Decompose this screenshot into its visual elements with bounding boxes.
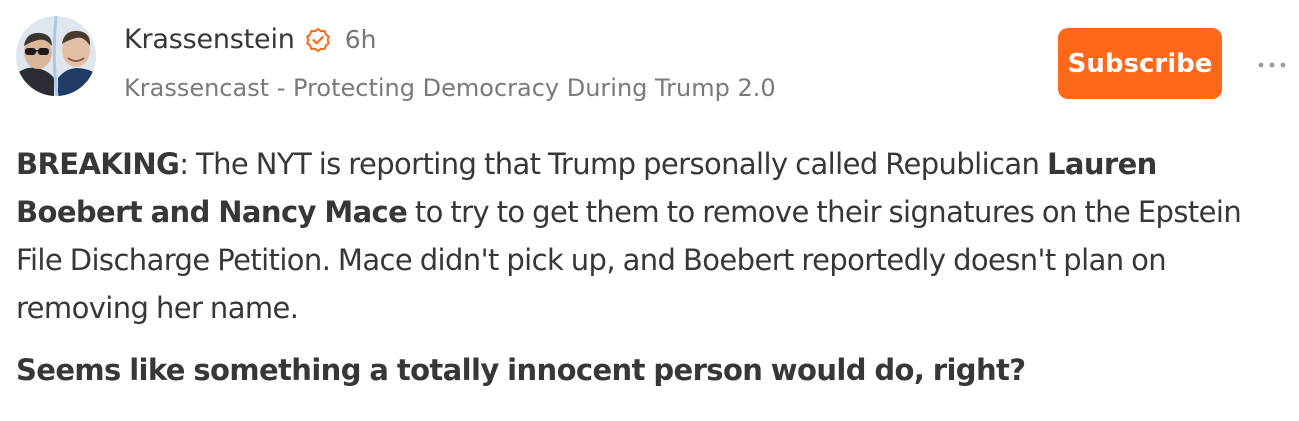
verified-badge-icon <box>305 27 331 53</box>
subscribe-button[interactable]: Subscribe <box>1058 28 1222 99</box>
post-paragraph-1: BREAKING: The NYT is reporting that Trum… <box>16 140 1286 332</box>
post-timestamp: 6h <box>344 25 377 54</box>
publication-name[interactable]: Krassencast - Protecting Democracy Durin… <box>124 74 776 102</box>
closing-remark: Seems like something a totally innocent … <box>16 353 1026 387</box>
author-avatar[interactable] <box>16 16 96 96</box>
more-options-icon[interactable] <box>1256 56 1288 68</box>
post-body: BREAKING: The NYT is reporting that Trum… <box>16 140 1286 394</box>
post-card: Krassenstein 6h Krassencast - Protecting… <box>0 0 1299 421</box>
post-paragraph-2: Seems like something a totally innocent … <box>16 346 1286 394</box>
avatar-image <box>16 16 96 96</box>
breaking-label: BREAKING <box>16 147 180 181</box>
author-row: Krassenstein 6h <box>124 24 376 55</box>
paragraph-1-text-a: : The NYT is reporting that Trump person… <box>179 147 1047 181</box>
author-name[interactable]: Krassenstein <box>124 24 295 55</box>
